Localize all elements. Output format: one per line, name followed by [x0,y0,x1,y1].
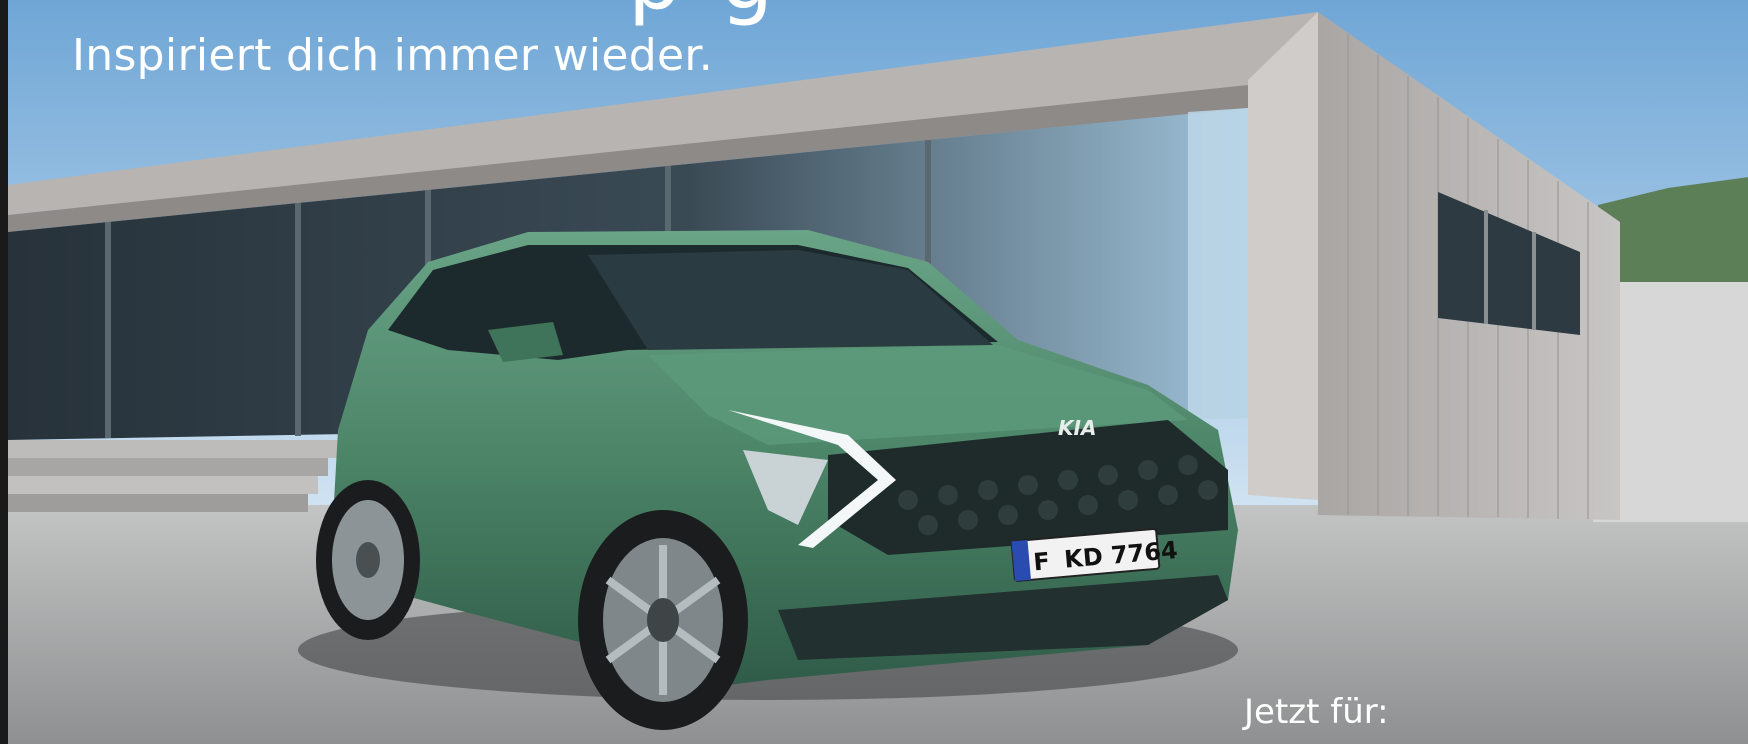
front-wheel [578,510,748,730]
price-intro-label: Jetzt für: [1244,692,1389,732]
plate-country: F [1032,547,1051,576]
headline-partial: p g [628,0,779,28]
tagline: Inspiriert dich immer wieder. [72,30,713,81]
brand-logo: KIA [1058,416,1096,440]
ad-banner: KIA F KD 7764 p g Inspirier [0,0,1748,744]
scene-photo: KIA F KD 7764 [8,0,1748,744]
rear-wheel [316,480,420,640]
